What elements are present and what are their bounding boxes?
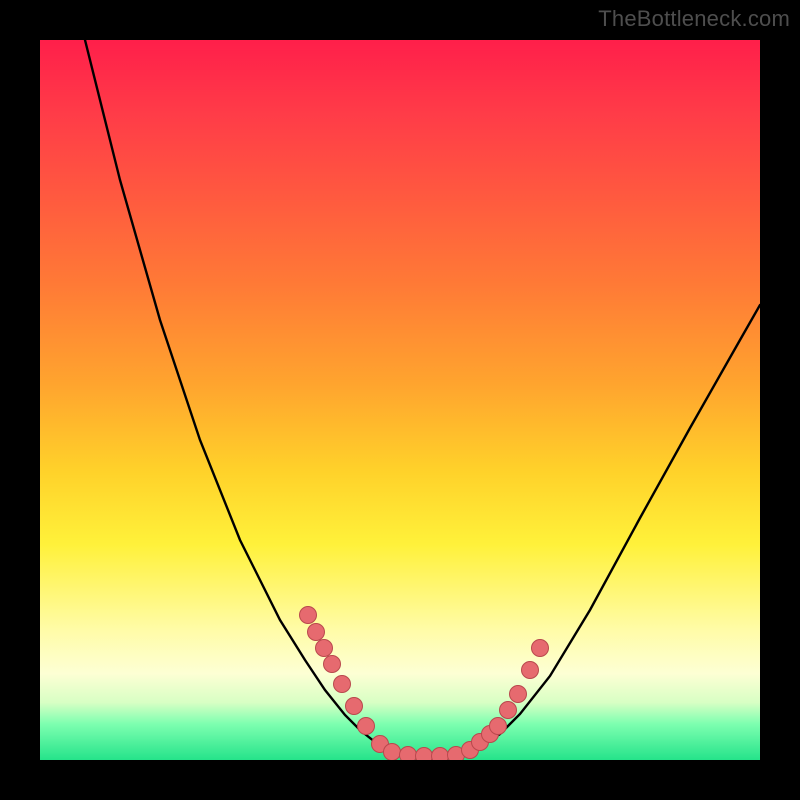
marker-dot bbox=[316, 640, 333, 657]
marker-dot bbox=[532, 640, 549, 657]
marker-dot bbox=[300, 607, 317, 624]
marker-group bbox=[300, 607, 549, 761]
marker-dot bbox=[510, 686, 527, 703]
marker-dot bbox=[416, 748, 433, 761]
bottleneck-curve bbox=[85, 40, 760, 756]
attribution-text: TheBottleneck.com bbox=[598, 6, 790, 32]
chart-frame: TheBottleneck.com bbox=[0, 0, 800, 800]
marker-dot bbox=[490, 718, 507, 735]
marker-dot bbox=[400, 747, 417, 761]
marker-dot bbox=[358, 718, 375, 735]
plot-area bbox=[40, 40, 760, 760]
marker-dot bbox=[346, 698, 363, 715]
marker-dot bbox=[522, 662, 539, 679]
marker-dot bbox=[500, 702, 517, 719]
marker-dot bbox=[432, 748, 449, 761]
marker-dot bbox=[308, 624, 325, 641]
marker-dot bbox=[384, 744, 401, 761]
marker-dot bbox=[334, 676, 351, 693]
curve-layer bbox=[40, 40, 760, 760]
marker-dot bbox=[324, 656, 341, 673]
